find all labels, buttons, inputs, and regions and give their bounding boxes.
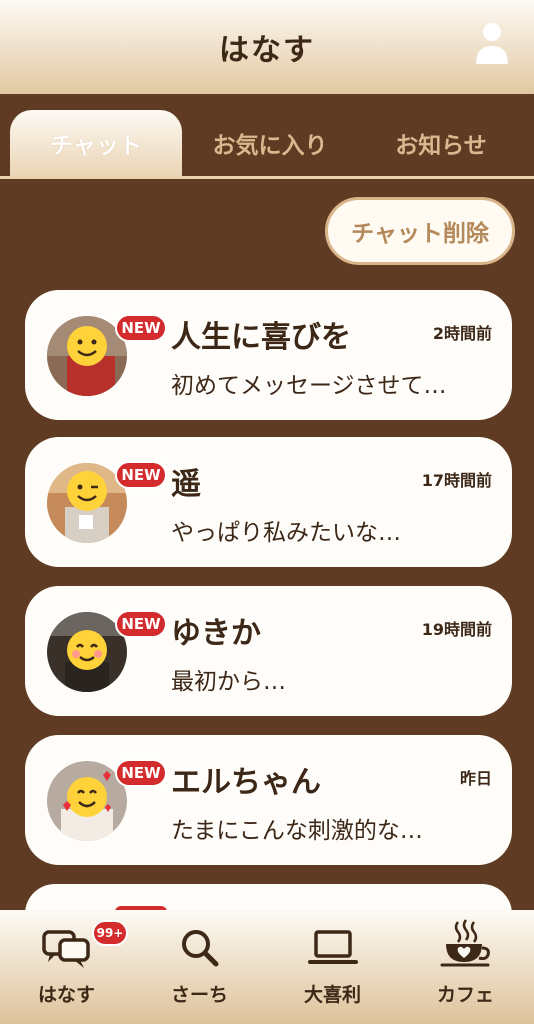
search-icon xyxy=(181,930,218,967)
tab-chat[interactable]: チャット xyxy=(10,110,182,176)
app-header: はなす xyxy=(0,0,534,94)
profile-icon[interactable] xyxy=(474,20,510,66)
tab-notifications[interactable]: お知らせ xyxy=(358,110,524,176)
chat-time: 19時間前 xyxy=(421,620,492,639)
chat-time: 2時間前 xyxy=(432,324,492,343)
chat-list-item[interactable]: NEW エルちゃん 昨日 たまにこんな刺激的な… xyxy=(25,735,512,865)
chat-preview: たまにこんな刺激的な… xyxy=(171,818,423,844)
nav-item-hanasu[interactable]: はなす 99+ xyxy=(0,910,133,1024)
tab-divider xyxy=(0,176,534,179)
nav-item-oogiri[interactable]: 大喜利 xyxy=(266,910,399,1024)
nav-item-cafe[interactable]: カフェ xyxy=(399,910,532,1024)
coffee-icon xyxy=(440,919,490,967)
tab-favorites[interactable]: お気に入り xyxy=(182,110,358,176)
page-title: はなす xyxy=(219,33,315,68)
chat-list-item[interactable]: NEW ゆきか 19時間前 最初から… xyxy=(25,586,512,716)
chat-icon xyxy=(41,930,90,968)
chat-time: 17時間前 xyxy=(421,471,492,490)
chat-name: エルちゃん xyxy=(171,765,321,800)
new-badge: NEW xyxy=(115,759,167,787)
chat-time: 昨日 xyxy=(459,769,492,788)
chat-preview: 最初から… xyxy=(171,669,286,695)
new-badge: NEW xyxy=(115,314,167,342)
new-badge: NEW xyxy=(115,461,167,489)
laptop-icon xyxy=(307,930,358,964)
chat-name: 人生に喜びを xyxy=(171,320,351,355)
nav-item-search[interactable]: さーち xyxy=(133,910,266,1024)
chat-name: ゆきか xyxy=(171,616,261,651)
chat-list-item[interactable]: NEW 人生に喜びを 2時間前 初めてメッセージさせて… xyxy=(25,290,512,420)
bottom-nav: はなす 99+ さーち 大喜利 カフェ xyxy=(0,910,534,1024)
chat-name: 遥 xyxy=(171,467,201,502)
new-badge: NEW xyxy=(115,610,167,638)
delete-chat-button[interactable]: チャット削除 xyxy=(325,197,515,265)
tab-bar: チャット お気に入り お知らせ xyxy=(0,94,534,178)
chat-preview: やっぱり私みたいな… xyxy=(171,520,401,546)
unread-count-badge: 99+ xyxy=(92,920,128,946)
chat-preview: 初めてメッセージさせて… xyxy=(171,373,447,399)
chat-list-item[interactable]: NEW 遥 17時間前 やっぱり私みたいな… xyxy=(25,437,512,567)
